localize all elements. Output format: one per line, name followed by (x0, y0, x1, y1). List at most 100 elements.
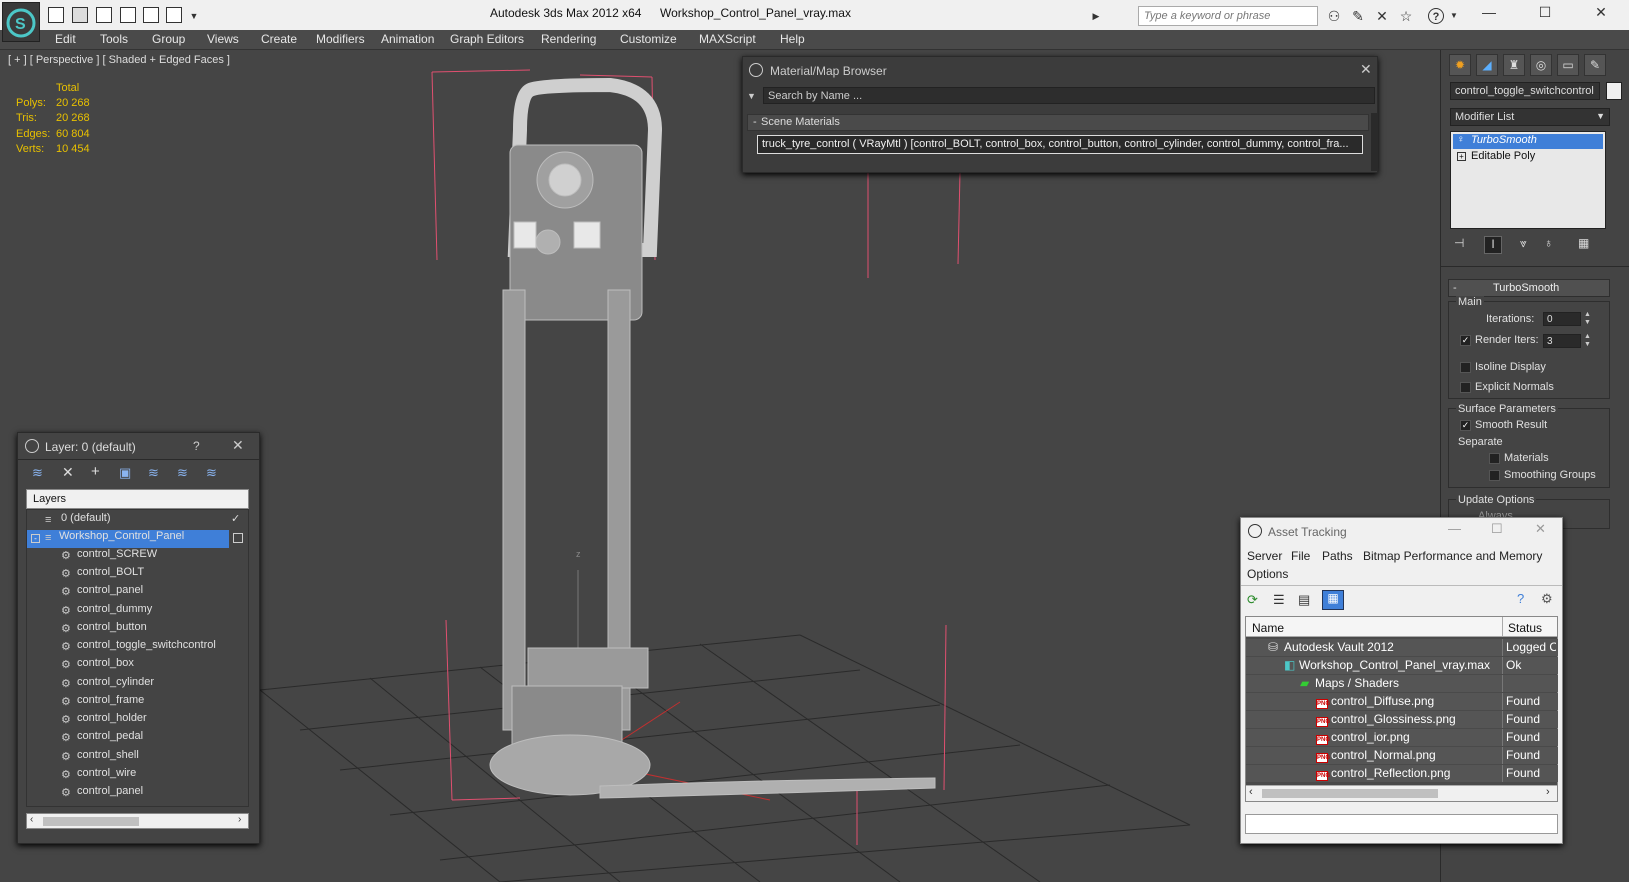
maximize-icon[interactable]: ☐ (1532, 4, 1558, 24)
help-icon[interactable]: ? (1517, 591, 1524, 606)
new-layer-icon[interactable]: ≋ (32, 465, 43, 481)
modifier-list-dropdown[interactable]: Modifier List ▼ (1450, 108, 1610, 126)
project-folder-icon[interactable] (166, 7, 182, 23)
menu-views[interactable]: Views (207, 32, 239, 46)
column-status[interactable]: Status (1508, 621, 1542, 635)
menu-animation[interactable]: Animation (381, 32, 434, 46)
smoothing-groups-checkbox[interactable] (1489, 470, 1500, 481)
menu-options[interactable]: Options (1247, 567, 1288, 581)
asset-row[interactable]: PNG control_Diffuse.png Found (1246, 693, 1558, 710)
asset-row[interactable]: PNG control_Glossiness.png Found (1246, 711, 1558, 728)
scroll-right-icon[interactable]: › (238, 814, 241, 825)
menu-graph-editors[interactable]: Graph Editors (450, 32, 524, 46)
search-input[interactable]: Type a keyword or phrase (1138, 6, 1318, 26)
menu-group[interactable]: Group (152, 32, 185, 46)
close-icon[interactable]: ✕ (1360, 61, 1372, 78)
asset-row[interactable]: PNG control_Normal.png Found (1246, 747, 1558, 764)
exchange-icon[interactable]: ✕ (1374, 8, 1390, 24)
scroll-left-icon[interactable]: ‹ (30, 814, 33, 825)
object-row[interactable]: ⚙ control_wire (61, 767, 136, 785)
chevron-down-icon[interactable]: ▼ (1446, 8, 1462, 24)
display-tab-icon[interactable]: ▭ (1557, 54, 1579, 76)
stack-item-editable-poly[interactable]: + Editable Poly (1453, 150, 1603, 165)
object-row[interactable]: ⚙ control_shell (61, 749, 139, 767)
collapse-toggle[interactable]: - (753, 116, 757, 128)
close-icon[interactable]: ✕ (1535, 521, 1546, 537)
menu-create[interactable]: Create (261, 32, 297, 46)
save-file-icon[interactable] (96, 7, 112, 23)
remove-modifier-icon[interactable]: ♁ (1544, 236, 1553, 250)
object-row[interactable]: ⚙ control_toggle_switchcontrol (61, 639, 216, 657)
menu-edit[interactable]: Edit (55, 32, 76, 46)
explicit-normals-checkbox[interactable] (1460, 382, 1471, 393)
menu-customize[interactable]: Customize (620, 32, 677, 46)
list-view-icon[interactable]: ☰ (1273, 592, 1285, 608)
tools-icon[interactable]: ✎ (1350, 8, 1366, 24)
object-row[interactable]: ⚙ control_dummy (61, 603, 152, 621)
object-row[interactable]: ⚙ control_cylinder (61, 676, 154, 694)
create-tab-icon[interactable]: ✹ (1449, 54, 1471, 76)
new-file-icon[interactable] (48, 7, 64, 23)
asset-row[interactable]: ◧ Workshop_Control_Panel_vray.max Ok (1246, 657, 1558, 674)
close-icon[interactable]: ✕ (1588, 4, 1614, 24)
menu-rendering[interactable]: Rendering (541, 32, 596, 46)
scroll-right-icon[interactable]: › (1546, 786, 1550, 798)
minimize-icon[interactable]: — (1448, 521, 1461, 536)
show-end-result-icon[interactable]: I (1484, 236, 1502, 254)
hierarchy-tab-icon[interactable]: ♜ (1503, 54, 1525, 76)
menu-server[interactable]: Server (1247, 549, 1282, 563)
isoline-display-checkbox[interactable] (1460, 362, 1471, 373)
column-name[interactable]: Name (1252, 621, 1284, 635)
render-iters-spinner[interactable]: 3 (1543, 334, 1581, 348)
materials-checkbox[interactable] (1489, 453, 1500, 464)
open-file-icon[interactable] (72, 7, 88, 23)
scroll-left-icon[interactable]: ‹ (1249, 786, 1253, 798)
object-row[interactable]: ⚙ control_pedal (61, 730, 143, 748)
delete-layer-icon[interactable]: ✕ (62, 464, 74, 481)
object-color-swatch[interactable] (1606, 82, 1622, 100)
object-row[interactable]: ⚙ control_holder (61, 712, 147, 730)
collapse-icon[interactable]: - (31, 534, 40, 543)
binoculars-icon[interactable]: ⚇ (1326, 8, 1342, 24)
menu-tools[interactable]: Tools (100, 32, 128, 46)
object-row[interactable]: ⚙ control_box (61, 657, 134, 675)
configure-modifier-sets-icon[interactable]: ▦ (1578, 236, 1589, 250)
object-row[interactable]: ⚙ control_BOLT (61, 566, 144, 584)
smooth-result-checkbox[interactable]: ✓ (1460, 420, 1471, 431)
object-name-field[interactable]: control_toggle_switchcontrol (1450, 82, 1600, 100)
turbosmooth-rollout-header[interactable]: - TurboSmooth (1448, 279, 1610, 297)
motion-tab-icon[interactable]: ◎ (1530, 54, 1552, 76)
horizontal-scrollbar[interactable]: ‹ › (1246, 785, 1557, 801)
scrollbar[interactable] (1371, 113, 1377, 171)
object-row[interactable]: ⚙ control_panel (61, 785, 143, 803)
scroll-thumb[interactable] (43, 817, 139, 826)
settings-icon[interactable]: ⚙ (1541, 591, 1553, 607)
iterations-spinner[interactable]: 0 (1543, 312, 1581, 326)
asset-row[interactable]: ⛁ Autodesk Vault 2012 Logged Ou (1246, 639, 1558, 656)
star-icon[interactable]: ☆ (1398, 8, 1414, 24)
maximize-icon[interactable]: ☐ (1491, 521, 1503, 537)
asset-row[interactable]: PNG control_Reflection.png Found (1246, 765, 1558, 782)
utilities-tab-icon[interactable]: ✎ (1584, 54, 1606, 76)
app-logo-icon[interactable]: S (2, 2, 40, 42)
spinner-arrows-icon[interactable]: ▲ ▼ (1584, 333, 1591, 349)
chevron-right-icon[interactable]: ▶ (1088, 8, 1104, 24)
help-icon[interactable]: ? (1428, 8, 1444, 24)
current-layer-toggle[interactable] (233, 533, 243, 543)
object-row[interactable]: ⚙ control_panel (61, 584, 143, 602)
horizontal-scrollbar[interactable]: ‹ › (26, 813, 249, 829)
menu-maxscript[interactable]: MAXScript (699, 32, 756, 46)
select-objects-icon[interactable]: ▣ (119, 465, 131, 481)
material-search-input[interactable]: Search by Name ... (763, 87, 1375, 104)
pin-stack-icon[interactable]: ⊣ (1454, 236, 1464, 250)
render-iters-checkbox[interactable]: ✓ (1460, 335, 1471, 346)
add-to-layer-icon[interactable]: + (91, 463, 100, 480)
material-entry[interactable]: truck_tyre_control ( VRayMtl ) [control_… (757, 135, 1363, 154)
stack-item-turbosmooth[interactable]: ♀ TurboSmooth (1453, 134, 1603, 149)
menu-modifiers[interactable]: Modifiers (316, 32, 365, 46)
asset-row[interactable]: ▰ Maps / Shaders (1246, 675, 1558, 692)
help-icon[interactable]: ? (193, 439, 200, 453)
object-row[interactable]: ⚙ control_SCREW (61, 548, 157, 566)
chevron-down-icon[interactable]: ▼ (747, 91, 756, 101)
asset-row[interactable]: PNG control_ior.png Found (1246, 729, 1558, 746)
